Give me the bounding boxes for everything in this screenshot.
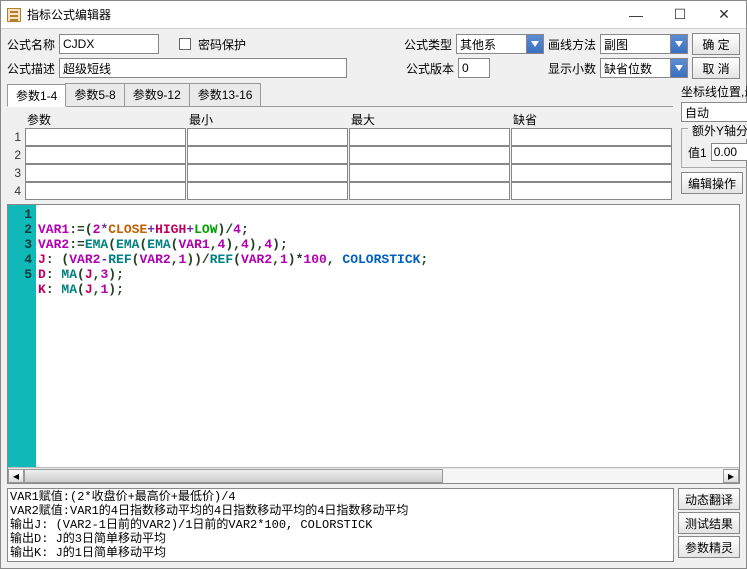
param-row: 2 — [7, 146, 673, 164]
test-result-button[interactable]: 测试结果 — [678, 512, 740, 534]
param-default-input[interactable] — [511, 182, 672, 200]
code-hscrollbar[interactable]: ◂ ▸ — [8, 467, 739, 483]
app-icon — [7, 8, 21, 22]
param-default-input[interactable] — [511, 146, 672, 164]
select-decimals[interactable]: 缺省位数 — [600, 58, 688, 78]
input-formula-name[interactable]: CJDX — [59, 34, 159, 54]
maximize-button[interactable]: ☐ — [658, 1, 702, 29]
param-max-input[interactable] — [349, 164, 510, 182]
param-min-input[interactable] — [187, 146, 348, 164]
select-decimals-value: 缺省位数 — [604, 60, 652, 77]
param-wizard-button[interactable]: 参数精灵 — [678, 536, 740, 558]
col-default: 缺省 — [511, 111, 673, 128]
edit-op-button[interactable]: 编辑操作 — [681, 172, 743, 194]
cancel-button[interactable]: 取 消 — [692, 57, 740, 79]
label-pwd-protect: 密码保护 — [198, 36, 246, 53]
code-content[interactable]: VAR1:=(2*CLOSE+HIGH+LOW)/4; VAR2:=EMA(EM… — [36, 205, 428, 467]
param-index: 4 — [7, 184, 25, 198]
param-row: 3 — [7, 164, 673, 182]
label-formula-type: 公式类型 — [404, 36, 452, 53]
scroll-thumb[interactable] — [24, 469, 443, 483]
param-max-input[interactable] — [349, 128, 510, 146]
param-default-input[interactable] — [511, 128, 672, 146]
window-title: 指标公式编辑器 — [27, 6, 614, 23]
coord-group: 坐标线位置,最多6个,用分号分隔 自动 — [681, 83, 747, 122]
param-row: 1 — [7, 128, 673, 146]
chevron-down-icon[interactable] — [670, 35, 687, 53]
dyn-trans-button[interactable]: 动态翻译 — [678, 488, 740, 510]
col-max: 最大 — [349, 111, 511, 128]
label-formula-name: 公式名称 — [7, 36, 55, 53]
params-panel: 参数1-4 参数5-8 参数9-12 参数13-16 参数 最小 最大 缺省 1… — [7, 83, 673, 200]
select-draw-method[interactable]: 副图 — [600, 34, 688, 54]
label-formula-ver: 公式版本 — [406, 60, 454, 77]
minimize-button[interactable]: — — [614, 1, 658, 29]
select-formula-type-value: 其他系 — [460, 36, 496, 53]
scroll-right-icon[interactable]: ▸ — [723, 469, 739, 483]
param-max-input[interactable] — [349, 146, 510, 164]
label-draw-method: 画线方法 — [548, 36, 596, 53]
param-max-input[interactable] — [349, 182, 510, 200]
label-formula-desc: 公式描述 — [7, 60, 55, 77]
param-default-input[interactable] — [511, 164, 672, 182]
code-editor[interactable]: 1 2 3 4 5 VAR1:=(2*CLOSE+HIGH+LOW)/4; VA… — [7, 204, 740, 484]
param-name-input[interactable] — [25, 128, 186, 146]
col-param: 参数 — [25, 111, 187, 128]
param-name-input[interactable] — [25, 182, 186, 200]
param-name-input[interactable] — [25, 164, 186, 182]
chevron-down-icon[interactable] — [526, 35, 543, 53]
close-button[interactable]: ✕ — [702, 1, 746, 29]
param-min-input[interactable] — [187, 164, 348, 182]
param-min-input[interactable] — [187, 182, 348, 200]
tab-params-13-16[interactable]: 参数13-16 — [189, 83, 262, 106]
chevron-down-icon[interactable] — [670, 59, 687, 77]
param-min-input[interactable] — [187, 128, 348, 146]
param-index: 3 — [7, 166, 25, 180]
input-v1[interactable] — [711, 143, 747, 161]
col-min: 最小 — [187, 111, 349, 128]
tab-params-9-12[interactable]: 参数9-12 — [124, 83, 190, 106]
select-draw-method-value: 副图 — [604, 36, 628, 53]
input-formula-ver[interactable]: 0 — [458, 58, 490, 78]
label-v1: 值1 — [688, 144, 707, 161]
label-show-decimals: 显示小数 — [548, 60, 596, 77]
code-gutter: 1 2 3 4 5 — [8, 205, 36, 467]
explanation-box[interactable]: VAR1赋值:(2*收盘价+最高价+最低价)/4 VAR2赋值:VAR1的4日指… — [7, 488, 674, 562]
param-index: 1 — [7, 130, 25, 144]
extra-y-legend: 额外Y轴分界 — [688, 122, 747, 139]
checkbox-pwd-protect[interactable] — [179, 38, 191, 50]
param-row: 4 — [7, 182, 673, 200]
ok-button[interactable]: 确 定 — [692, 33, 740, 55]
tab-params-1-4[interactable]: 参数1-4 — [7, 84, 66, 107]
titlebar: 指标公式编辑器 — ☐ ✕ — [1, 1, 746, 29]
param-index: 2 — [7, 148, 25, 162]
extra-y-group: 额外Y轴分界 值1 值2 值3 值4 — [681, 128, 747, 168]
scroll-left-icon[interactable]: ◂ — [8, 469, 24, 483]
coord-title: 坐标线位置,最多6个,用分号分隔 — [681, 83, 747, 100]
tab-params-5-8[interactable]: 参数5-8 — [65, 83, 124, 106]
input-coord-lines[interactable]: 自动 — [681, 102, 747, 122]
select-formula-type[interactable]: 其他系 — [456, 34, 544, 54]
param-name-input[interactable] — [25, 146, 186, 164]
input-formula-desc[interactable]: 超级短线 — [59, 58, 347, 78]
